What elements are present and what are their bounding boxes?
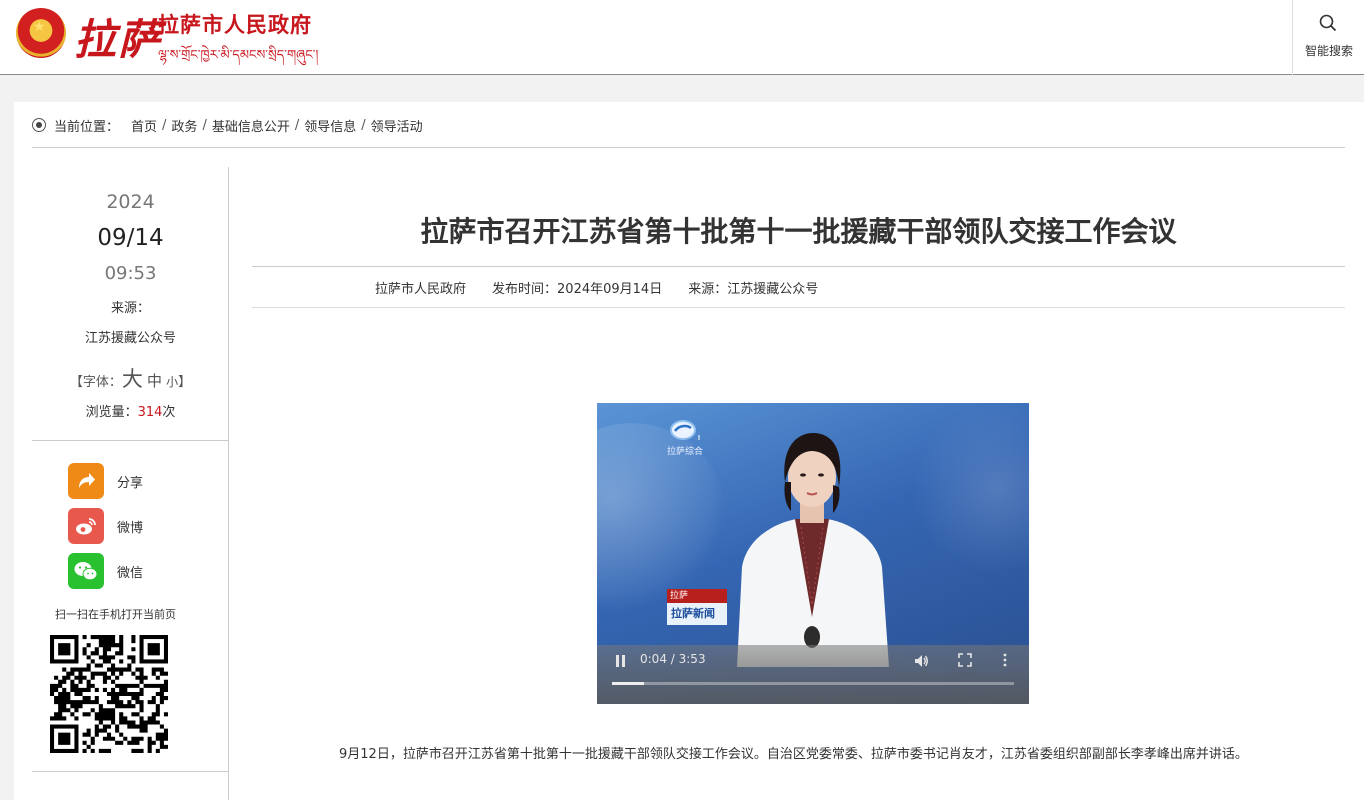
views-label: 浏览量： bbox=[85, 405, 138, 420]
views-number: 314 bbox=[137, 405, 163, 420]
publish-time: 09:53 bbox=[104, 263, 157, 284]
site-title[interactable]: 拉萨市人民政府 bbox=[158, 9, 312, 39]
share-label: 分享 bbox=[117, 475, 144, 491]
channel-name: 拉萨综合 bbox=[667, 447, 704, 457]
more-options-icon[interactable] bbox=[1002, 652, 1008, 668]
breadcrumb-info-disclosure[interactable]: 基础信息公开 bbox=[212, 116, 290, 135]
video-controls: 0:04 / 3:53 bbox=[597, 645, 1029, 704]
source-meta-value: 江苏援藏公众号 bbox=[727, 282, 819, 297]
weather-badge: 拉萨 14~24℃ bbox=[667, 589, 727, 615]
breadcrumb-government[interactable]: 政务 bbox=[171, 116, 197, 135]
meta-divider bbox=[252, 307, 1345, 308]
search-icon bbox=[1319, 14, 1337, 32]
content-panel: 当前位置： 首页 / 政务 / 基础信息公开 / 领导信息 / 领导活动 202… bbox=[14, 102, 1364, 800]
weibo-label: 微博 bbox=[117, 520, 144, 536]
source-label: 来源： bbox=[110, 301, 150, 316]
views-unit: 次 bbox=[162, 405, 176, 420]
pause-icon[interactable] bbox=[615, 654, 627, 668]
site-title-tibetan: ལྷ་ས་གྲོང་ཁྱེར་མི་དམངས་སྲིད་གཞུང་། bbox=[158, 48, 319, 63]
breadcrumb-home[interactable]: 首页 bbox=[131, 116, 157, 135]
font-small-button[interactable]: 小 bbox=[166, 375, 178, 389]
breadcrumb-separator: / bbox=[202, 117, 207, 133]
source-name: 江苏援藏公众号 bbox=[84, 331, 176, 346]
qr-caption: 扫一扫在手机打开当前页 bbox=[55, 608, 176, 621]
breadcrumb-separator: / bbox=[361, 117, 366, 133]
video-duration: 3:53 bbox=[678, 652, 706, 666]
search-label: 智能搜索 bbox=[1304, 44, 1353, 58]
article-body-paragraph: 9月12日，拉萨市召开江苏省第十批第十一批援藏干部领队交接工作会议。自治区党委常… bbox=[339, 747, 1248, 762]
breadcrumb-leader-activities[interactable]: 领导活动 bbox=[371, 116, 423, 135]
video-time: 0:04 / 3:53 bbox=[640, 652, 706, 666]
breadcrumb-label: 当前位置： bbox=[54, 119, 120, 135]
source-meta-label: 来源： bbox=[688, 282, 728, 297]
article-title: 拉萨市召开江苏省第十批第十一批援藏干部领队交接工作会议 bbox=[420, 215, 1177, 248]
publish-time-label: 发布时间： bbox=[492, 282, 558, 297]
video-progress-fill bbox=[612, 682, 645, 685]
publisher: 拉萨市人民政府 bbox=[375, 282, 467, 297]
volume-icon[interactable] bbox=[913, 653, 929, 669]
sidebar-divider bbox=[32, 440, 229, 441]
font-switch-suffix: 】 bbox=[178, 375, 192, 390]
publish-time-meta: 发布时间：2024年09月14日 bbox=[492, 278, 662, 297]
weibo-share-button[interactable]: 微博 bbox=[68, 508, 208, 544]
video-progress-bar[interactable] bbox=[612, 682, 1014, 685]
video-current-time: 0:04 bbox=[640, 652, 667, 666]
program-badge: 拉萨新闻 bbox=[667, 603, 727, 625]
article-meta: 拉萨市人民政府 发布时间：2024年09月14日 来源：江苏援藏公众号 bbox=[375, 278, 818, 297]
font-medium-button[interactable]: 中 bbox=[147, 372, 162, 390]
source-meta: 来源：江苏援藏公众号 bbox=[688, 278, 818, 297]
title-divider bbox=[252, 266, 1345, 267]
publish-date-value: 2024年09月14日 bbox=[557, 282, 663, 297]
article-sidebar: 2024 09/14 09:53 来源： 江苏援藏公众号 【字体：大 中 小】 … bbox=[32, 167, 229, 800]
breadcrumb-divider bbox=[32, 147, 1345, 148]
publish-date: 09/14 bbox=[97, 225, 164, 251]
site-header: ★ 拉萨 拉萨市人民政府 ལྷ་ས་གྲོང་ཁྱེར་མི་དམངས་སྲིད… bbox=[0, 0, 1364, 75]
weibo-icon bbox=[68, 508, 104, 544]
font-large-button[interactable]: 大 bbox=[122, 367, 143, 391]
breadcrumb-leader-info[interactable]: 领导信息 bbox=[304, 116, 356, 135]
share-button[interactable]: 分享 bbox=[68, 463, 208, 499]
sidebar-divider-bottom bbox=[32, 771, 229, 772]
news-anchor-figure bbox=[737, 433, 889, 667]
wechat-share-button[interactable]: 微信 bbox=[68, 553, 208, 589]
breadcrumb: 当前位置： 首页 / 政务 / 基础信息公开 / 领导信息 / 领导活动 bbox=[32, 116, 423, 135]
breadcrumb-separator: / bbox=[294, 117, 300, 133]
qr-code-image bbox=[50, 635, 168, 753]
font-size-switcher: 【字体：大 中 小】 bbox=[32, 363, 229, 393]
channel-logo-icon bbox=[670, 420, 700, 440]
wechat-icon bbox=[68, 553, 104, 589]
breadcrumb-separator: / bbox=[162, 117, 167, 133]
view-count: 浏览量：314次 bbox=[32, 401, 229, 420]
logo-calligraphy[interactable]: 拉萨 bbox=[74, 6, 162, 67]
publish-year: 2024 bbox=[106, 191, 155, 213]
fullscreen-icon[interactable] bbox=[958, 653, 972, 667]
location-dot-icon bbox=[32, 118, 46, 132]
font-switch-prefix: 【字体： bbox=[69, 375, 122, 390]
wechat-label: 微信 bbox=[117, 565, 144, 581]
smart-search-button[interactable]: 智能搜索 bbox=[1292, 0, 1364, 75]
emblem-star-icon: ★ bbox=[33, 19, 46, 35]
share-arrow-icon bbox=[68, 463, 104, 499]
news-video-player[interactable]: 拉萨综合 拉萨 14~24℃ 拉萨新闻 0:04 / 3:53 bbox=[597, 403, 1029, 704]
